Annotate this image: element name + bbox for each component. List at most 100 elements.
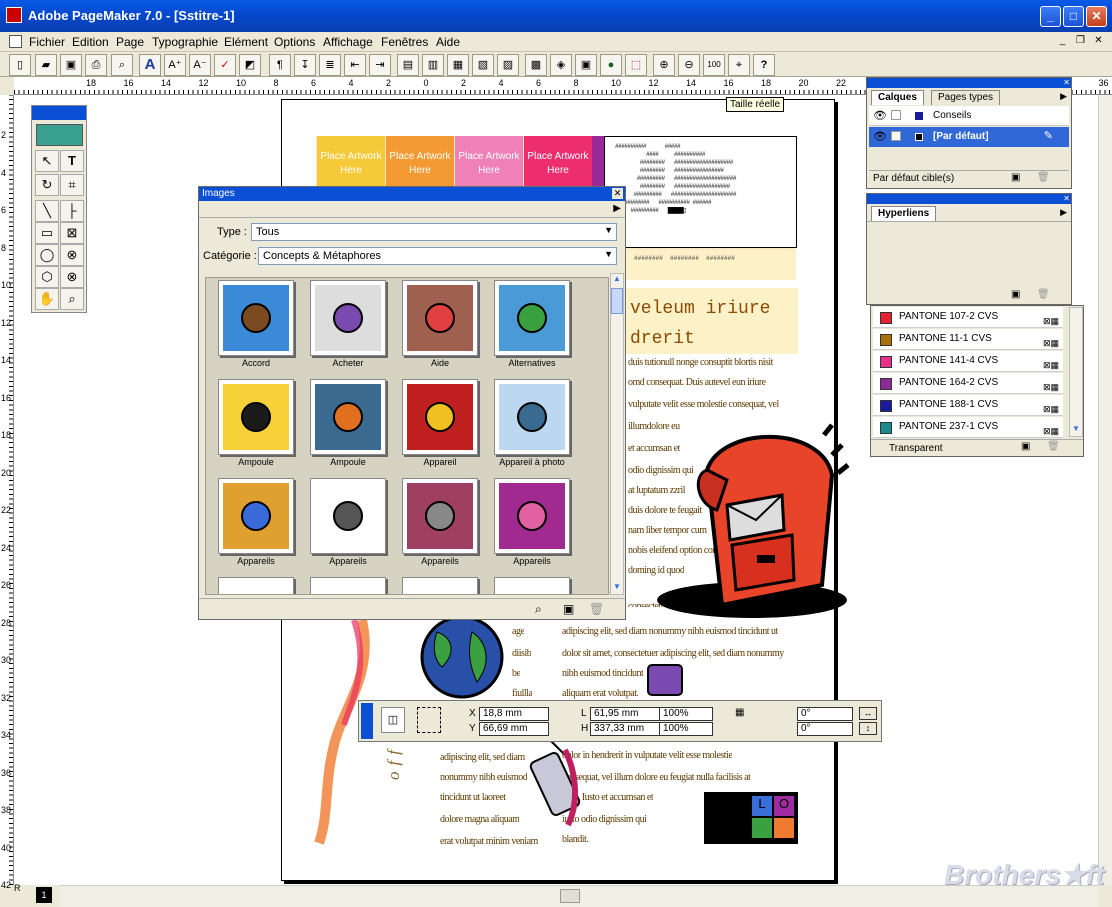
ellipse-tool-icon[interactable]: ◯ (35, 244, 59, 266)
images-scrollbar[interactable]: ▲ ▼ (610, 273, 624, 595)
master-page-icon[interactable]: R (14, 883, 30, 903)
flip-horizontal-icon[interactable]: ↔ (859, 707, 877, 720)
close-button[interactable]: ✕ (1086, 6, 1107, 27)
tab-hyperliens[interactable]: Hyperliens (871, 206, 937, 221)
polygon-tool-icon[interactable]: ⬡ (35, 266, 59, 288)
camera-icon[interactable] (494, 379, 570, 455)
layer-row-default[interactable]: 👁 [Par défaut] ✎ (869, 127, 1069, 147)
frame-icon[interactable]: ▦ (447, 54, 469, 76)
font-size-down-icon[interactable]: A⁻ (189, 54, 211, 76)
new-icon[interactable]: ▯ (9, 54, 31, 76)
scroll-down-icon[interactable]: ▼ (611, 582, 623, 594)
acrobat-icon[interactable]: ◈ (550, 54, 572, 76)
proxy-reference-icon[interactable] (417, 707, 441, 733)
rotate-tool-icon[interactable]: ↻ (35, 174, 59, 196)
machine-icon[interactable] (218, 478, 294, 554)
gears-icon[interactable] (494, 478, 570, 554)
shopping-cart-icon[interactable] (310, 280, 386, 356)
zoom-in-icon[interactable]: ⊕ (653, 54, 675, 76)
color-row[interactable]: PANTONE 188-1 CVS ⊠▦ (873, 395, 1063, 416)
actual-size-icon[interactable]: 100 (703, 54, 725, 76)
document-icon[interactable] (9, 35, 22, 48)
minimize-button[interactable]: _ (1040, 6, 1061, 27)
tab-pages-types[interactable]: Pages types (931, 90, 1001, 105)
color-row[interactable]: PANTONE 164-2 CVS ⊠▦ (873, 373, 1063, 394)
vertical-ruler[interactable]: 2 4 6 8 10 12 14 16 18 20 22 24 26 28 30 32 34 36 38 40 42 (0, 95, 14, 890)
color-row[interactable]: PANTONE 237-1 CVS ⊠▦ (873, 417, 1063, 438)
font-icon[interactable]: A (139, 54, 161, 76)
lightbulb-icon[interactable] (218, 379, 294, 455)
menu-element[interactable]: Elément (224, 35, 268, 49)
trash-icon[interactable]: 🗑 (1047, 441, 1060, 452)
image-icon[interactable]: ▩ (525, 54, 547, 76)
clip-partial[interactable] (310, 577, 386, 594)
handshake-globe-icon[interactable] (218, 280, 294, 356)
outdent-icon[interactable]: ⇥ (369, 54, 391, 76)
trash-icon[interactable]: 🗑 (589, 602, 604, 616)
horizontal-scrollbar[interactable] (60, 885, 1098, 907)
menu-affichage[interactable]: Affichage (323, 35, 373, 49)
globe-icon[interactable]: ● (600, 54, 622, 76)
gears-icon[interactable] (310, 478, 386, 554)
gear-device-icon[interactable] (402, 379, 478, 455)
new-item-icon[interactable]: ▣ (563, 602, 574, 616)
trash-icon[interactable]: 🗑 (1037, 172, 1050, 183)
open-icon[interactable]: ▰ (35, 54, 57, 76)
colors-scrollbar[interactable]: ▼ (1069, 307, 1083, 437)
vertical-scrollbar[interactable] (1098, 95, 1112, 885)
indent-icon[interactable]: ⇤ (344, 54, 366, 76)
vertical-caption[interactable]: off (384, 744, 404, 780)
crop-tool-icon[interactable]: ⌗ (60, 174, 84, 196)
flip-vertical-icon[interactable]: ↕ (859, 722, 877, 735)
height-input[interactable]: 337,33 mm (590, 722, 660, 736)
search-icon[interactable]: ⌕ (535, 602, 542, 617)
plugin-icon[interactable]: ▨ (497, 54, 519, 76)
character-icon[interactable]: ↧ (294, 54, 316, 76)
new-color-icon[interactable]: ▣ (1021, 441, 1030, 452)
menu-options[interactable]: Options (274, 35, 315, 49)
doc-restore-button[interactable]: ❐ (1074, 35, 1087, 48)
photo-icon[interactable]: ▣ (575, 54, 597, 76)
doc-minimize-button[interactable]: _ (1056, 35, 1069, 48)
pointer-tool-icon[interactable]: ↖ (35, 150, 59, 172)
menu-typographie[interactable]: Typographie (152, 35, 218, 49)
layers-close-button[interactable]: ✕ (1063, 78, 1070, 87)
images-palette[interactable]: Images ✕ ▶ Type : Tous ▼ Catégorie : Con… (198, 186, 626, 620)
fit-page-icon[interactable]: ⌖ (728, 54, 750, 76)
images-close-button[interactable]: ✕ (612, 188, 623, 199)
color-row[interactable]: PANTONE 141-4 CVS ⊠▦ (873, 351, 1063, 372)
scale-width-input[interactable]: 100% (659, 707, 713, 721)
category-select[interactable]: Concepts & Métaphores ▼ (258, 247, 617, 265)
help-figure-icon[interactable] (402, 280, 478, 356)
doc-close-button[interactable]: ✕ (1092, 35, 1105, 48)
zoom-out-icon[interactable]: ⊖ (678, 54, 700, 76)
menu-aide[interactable]: Aide (436, 35, 460, 49)
y-position-input[interactable]: 66,69 mm (479, 722, 549, 736)
rectangle-tool-icon[interactable]: ▭ (35, 222, 59, 244)
width-input[interactable]: 61,95 mm (590, 707, 660, 721)
scroll-down-icon[interactable]: ▼ (1070, 424, 1082, 436)
lock-toggle[interactable] (891, 131, 901, 141)
layers-menu-arrow-icon[interactable]: ▶ (1060, 91, 1067, 102)
zoom-tool-icon[interactable]: ⌕ (60, 288, 84, 310)
scaling-option-icon[interactable]: ▦ (735, 707, 744, 718)
ellipse-frame-tool-icon[interactable]: ⊗ (60, 244, 84, 266)
lightbulb-icon[interactable] (310, 379, 386, 455)
maximize-button[interactable]: □ (1063, 6, 1084, 27)
layers-palette[interactable]: ✕ Calques Pages types ▶ 👁 Conseils 👁 [Pa… (866, 77, 1072, 189)
type-select[interactable]: Tous ▼ (251, 223, 617, 241)
constrained-line-tool-icon[interactable]: ├ (60, 200, 84, 222)
masthead-text-block[interactable]: ########## ##### #### ########## #######… (604, 136, 797, 248)
rotation-input[interactable]: 0° (797, 707, 853, 721)
pdf-icon[interactable]: ⬚ (625, 54, 647, 76)
rectangle-frame-tool-icon[interactable]: ⊠ (60, 222, 84, 244)
colors-palette[interactable]: PANTONE 107-2 CVS ⊠▦ PANTONE 11-1 CVS ⊠▦… (870, 305, 1084, 457)
control-palette-grip[interactable] (361, 703, 373, 739)
logo-block[interactable]: L O (704, 792, 798, 844)
page-1-button[interactable]: 1 (32, 885, 56, 905)
menu-edition[interactable]: Edition (72, 35, 109, 49)
scales-icon[interactable] (494, 280, 570, 356)
trash-icon[interactable]: 🗑 (1037, 289, 1050, 300)
bullets-icon[interactable]: ≣ (319, 54, 341, 76)
link-icon[interactable]: ▧ (472, 54, 494, 76)
